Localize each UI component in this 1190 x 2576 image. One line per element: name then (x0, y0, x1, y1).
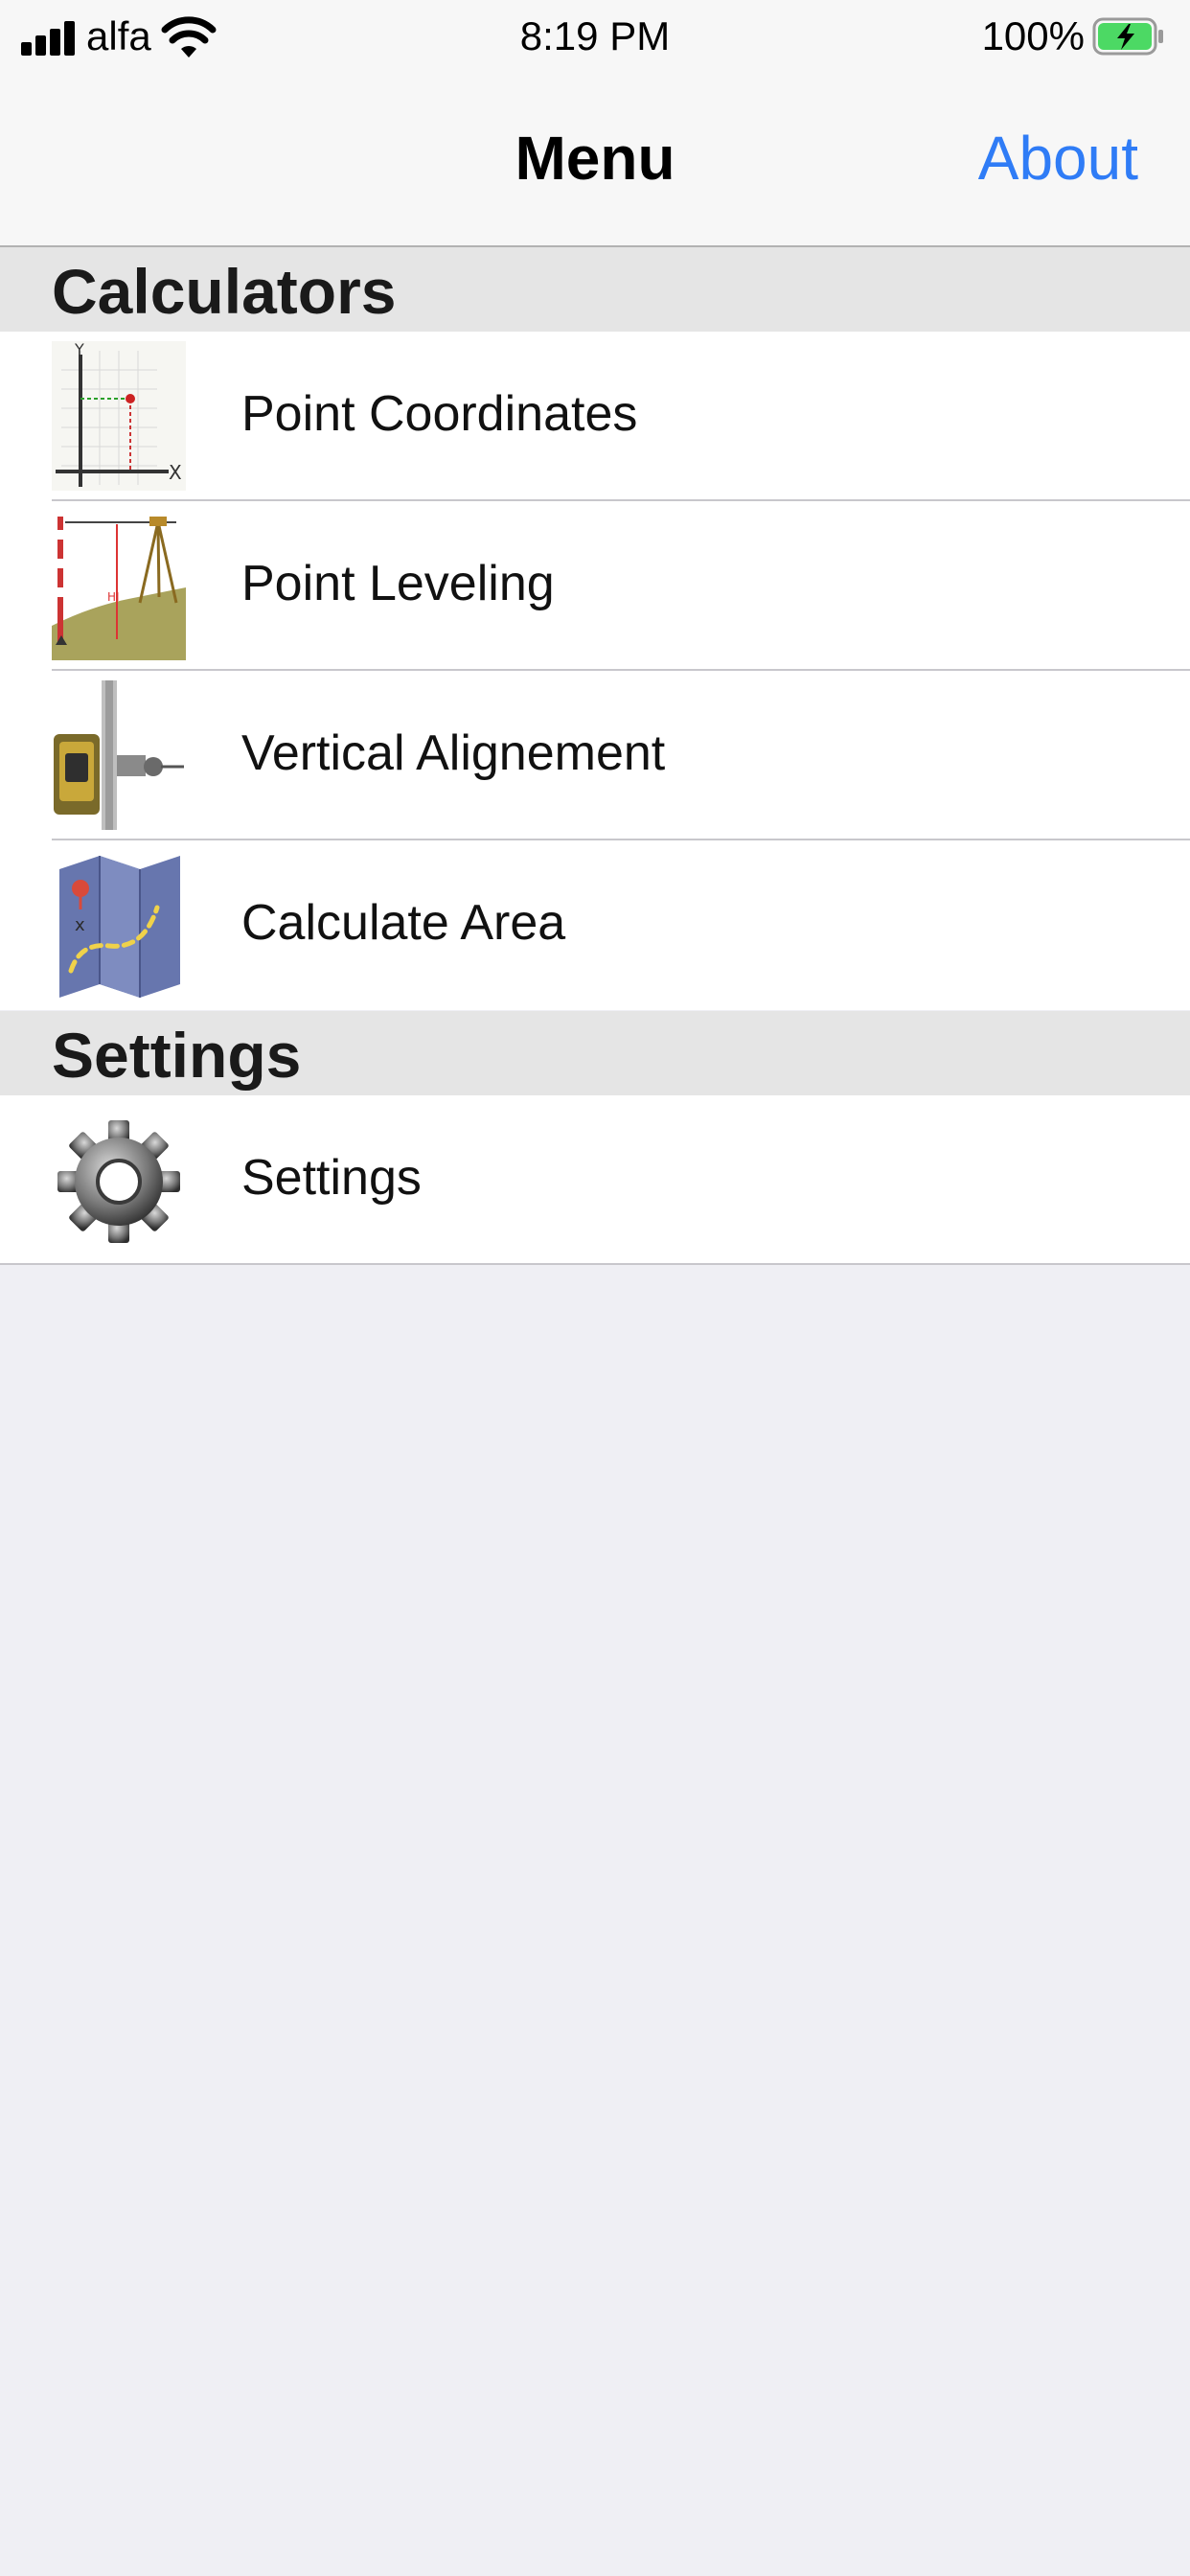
menu-item-vertical-alignement[interactable]: Vertical Alignement (0, 671, 1190, 840)
about-button[interactable]: About (978, 123, 1138, 194)
battery-percent: 100% (981, 13, 1085, 58)
status-bar: alfa 8:19 PM 100% (0, 0, 1190, 80)
screen: alfa 8:19 PM 100% Menu About Calculators (0, 0, 1190, 2576)
menu-item-point-coordinates[interactable]: Y X Point Coordinates (0, 332, 1190, 501)
row-separator (0, 1263, 1190, 1265)
total-station-icon (52, 680, 186, 830)
coordinate-axes-icon: Y X (52, 341, 186, 491)
folded-map-icon: x (52, 850, 186, 1000)
svg-text:Y: Y (74, 341, 84, 358)
menu-item-point-leveling[interactable]: HI Point Leveling (0, 501, 1190, 671)
menu-item-settings[interactable]: Settings (0, 1095, 1190, 1265)
section-header-settings: Settings (0, 1011, 1190, 1095)
menu-item-label: Vertical Alignement (241, 725, 666, 781)
leveling-survey-icon: HI (52, 511, 186, 660)
top-bar: alfa 8:19 PM 100% Menu About (0, 0, 1190, 247)
menu-item-calculate-area[interactable]: x Calculate Area (0, 840, 1190, 1010)
section-header-calculators: Calculators (0, 247, 1190, 332)
menu-item-label: Settings (241, 1150, 422, 1206)
battery-charging-icon (1092, 17, 1163, 56)
gear-icon (52, 1105, 186, 1254)
section-title: Calculators (52, 256, 397, 327)
svg-text:x: x (75, 915, 85, 935)
menu-item-label: Point Leveling (241, 556, 555, 611)
menu-item-label: Point Coordinates (241, 386, 638, 442)
svg-text:HI: HI (107, 590, 120, 604)
svg-text:X: X (169, 461, 182, 484)
menu-item-label: Calculate Area (241, 895, 566, 951)
section-title: Settings (52, 1020, 302, 1091)
